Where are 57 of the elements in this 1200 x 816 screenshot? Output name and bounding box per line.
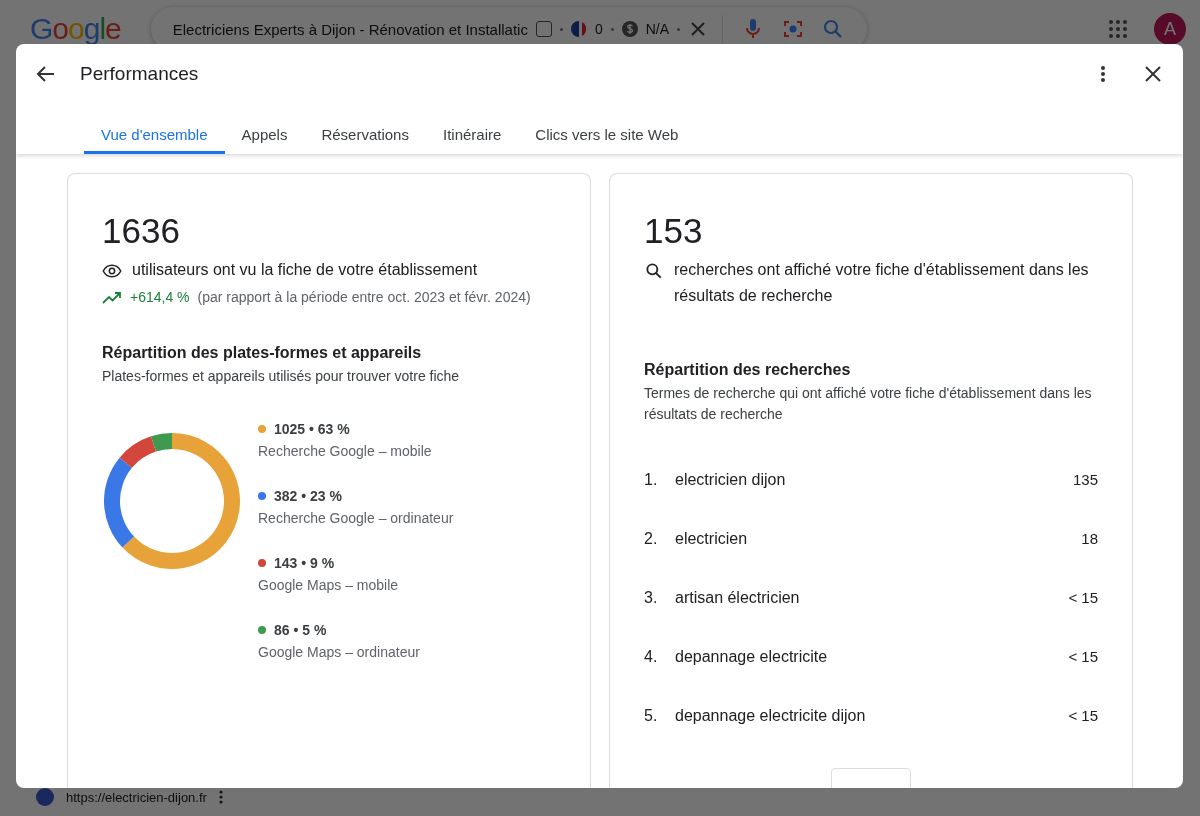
legend-label: Google Maps – ordinateur bbox=[258, 644, 421, 660]
site-url[interactable]: https://electricien-dijon.fr bbox=[66, 789, 207, 805]
tab[interactable]: Réservations bbox=[304, 104, 426, 154]
tab[interactable]: Clics vers le site Web bbox=[518, 104, 696, 154]
search-count: < 15 bbox=[1068, 706, 1098, 726]
dollar-icon bbox=[621, 21, 638, 37]
section-title: Répartition des recherches bbox=[644, 361, 852, 379]
trending-up-icon bbox=[102, 292, 122, 304]
site-icon bbox=[36, 788, 54, 806]
comparison-text: (par rapport à la période entre oct. 2023 et févr. 2024) bbox=[197, 288, 531, 307]
avatar[interactable]: A bbox=[1154, 13, 1186, 45]
search-term: electricien dijon bbox=[675, 470, 787, 490]
legend-value: 1025 • 63 % bbox=[274, 421, 350, 437]
legend-value: 86 • 5 % bbox=[274, 622, 327, 638]
rank-number: 3. bbox=[644, 588, 659, 608]
search-term: depannage electricite dijon bbox=[675, 706, 867, 726]
more-icon[interactable] bbox=[1101, 65, 1105, 83]
search-term: artisan électricien bbox=[675, 588, 801, 608]
rank-number: 2. bbox=[644, 529, 659, 549]
eye-icon bbox=[102, 261, 122, 281]
google-logo[interactable]: Google bbox=[30, 12, 121, 46]
search-count: 18 bbox=[1081, 529, 1098, 549]
change-percent: +614,4 % bbox=[130, 288, 190, 307]
flag-icon bbox=[570, 21, 587, 37]
apps-grid-icon[interactable] bbox=[1106, 17, 1130, 41]
rank-number: 5. bbox=[644, 706, 659, 726]
legend-value: 382 • 23 % bbox=[274, 488, 342, 504]
search-term: electricien bbox=[675, 529, 749, 549]
tab[interactable]: Itinéraire bbox=[425, 104, 519, 154]
searches-count: 153 bbox=[644, 210, 704, 252]
section-subtitle: Plates-formes et appareils utilisés pour trouver votre fiche bbox=[102, 367, 461, 386]
legend-value: 143 • 9 % bbox=[274, 555, 335, 571]
separator-dot bbox=[559, 27, 563, 31]
search-count: < 15 bbox=[1068, 588, 1098, 608]
views-description: utilisateurs ont vu la fiche de votre établissement bbox=[132, 260, 478, 280]
section-title: Répartition des plates-formes et appareils bbox=[102, 344, 423, 362]
searches-description: recherches ont affiché votre fiche d'établissement dans les résultats de recherche bbox=[674, 260, 1090, 306]
dialog-title: Performances bbox=[80, 63, 199, 85]
search-count: < 15 bbox=[1068, 647, 1098, 667]
search-icon bbox=[644, 261, 664, 281]
checkbox[interactable] bbox=[535, 21, 552, 37]
separator-dot bbox=[610, 27, 614, 31]
tab[interactable]: Appels bbox=[224, 104, 305, 154]
separator-dot bbox=[677, 27, 681, 31]
legend-label: Recherche Google – mobile bbox=[258, 443, 433, 459]
rank-number: 1. bbox=[644, 470, 659, 490]
price-value: N/A bbox=[645, 21, 670, 37]
search-query: Electriciens Experts à Dijon - Rénovation et Installatic bbox=[172, 20, 528, 38]
tab[interactable]: Vue d'ensemble bbox=[84, 104, 225, 154]
views-count: 1636 bbox=[102, 210, 181, 252]
search-term: depannage electricite bbox=[675, 647, 829, 667]
legend-label: Google Maps – mobile bbox=[258, 577, 400, 593]
section-subtitle: Termes de recherche qui ont affiché votre fiche d'établissement dans les résultats de recherche bbox=[644, 384, 1093, 424]
rank-number: 4. bbox=[644, 647, 659, 667]
flag-count: 0 bbox=[594, 21, 603, 37]
search-count: 135 bbox=[1072, 470, 1098, 490]
legend-label: Recherche Google – ordinateur bbox=[258, 510, 454, 526]
